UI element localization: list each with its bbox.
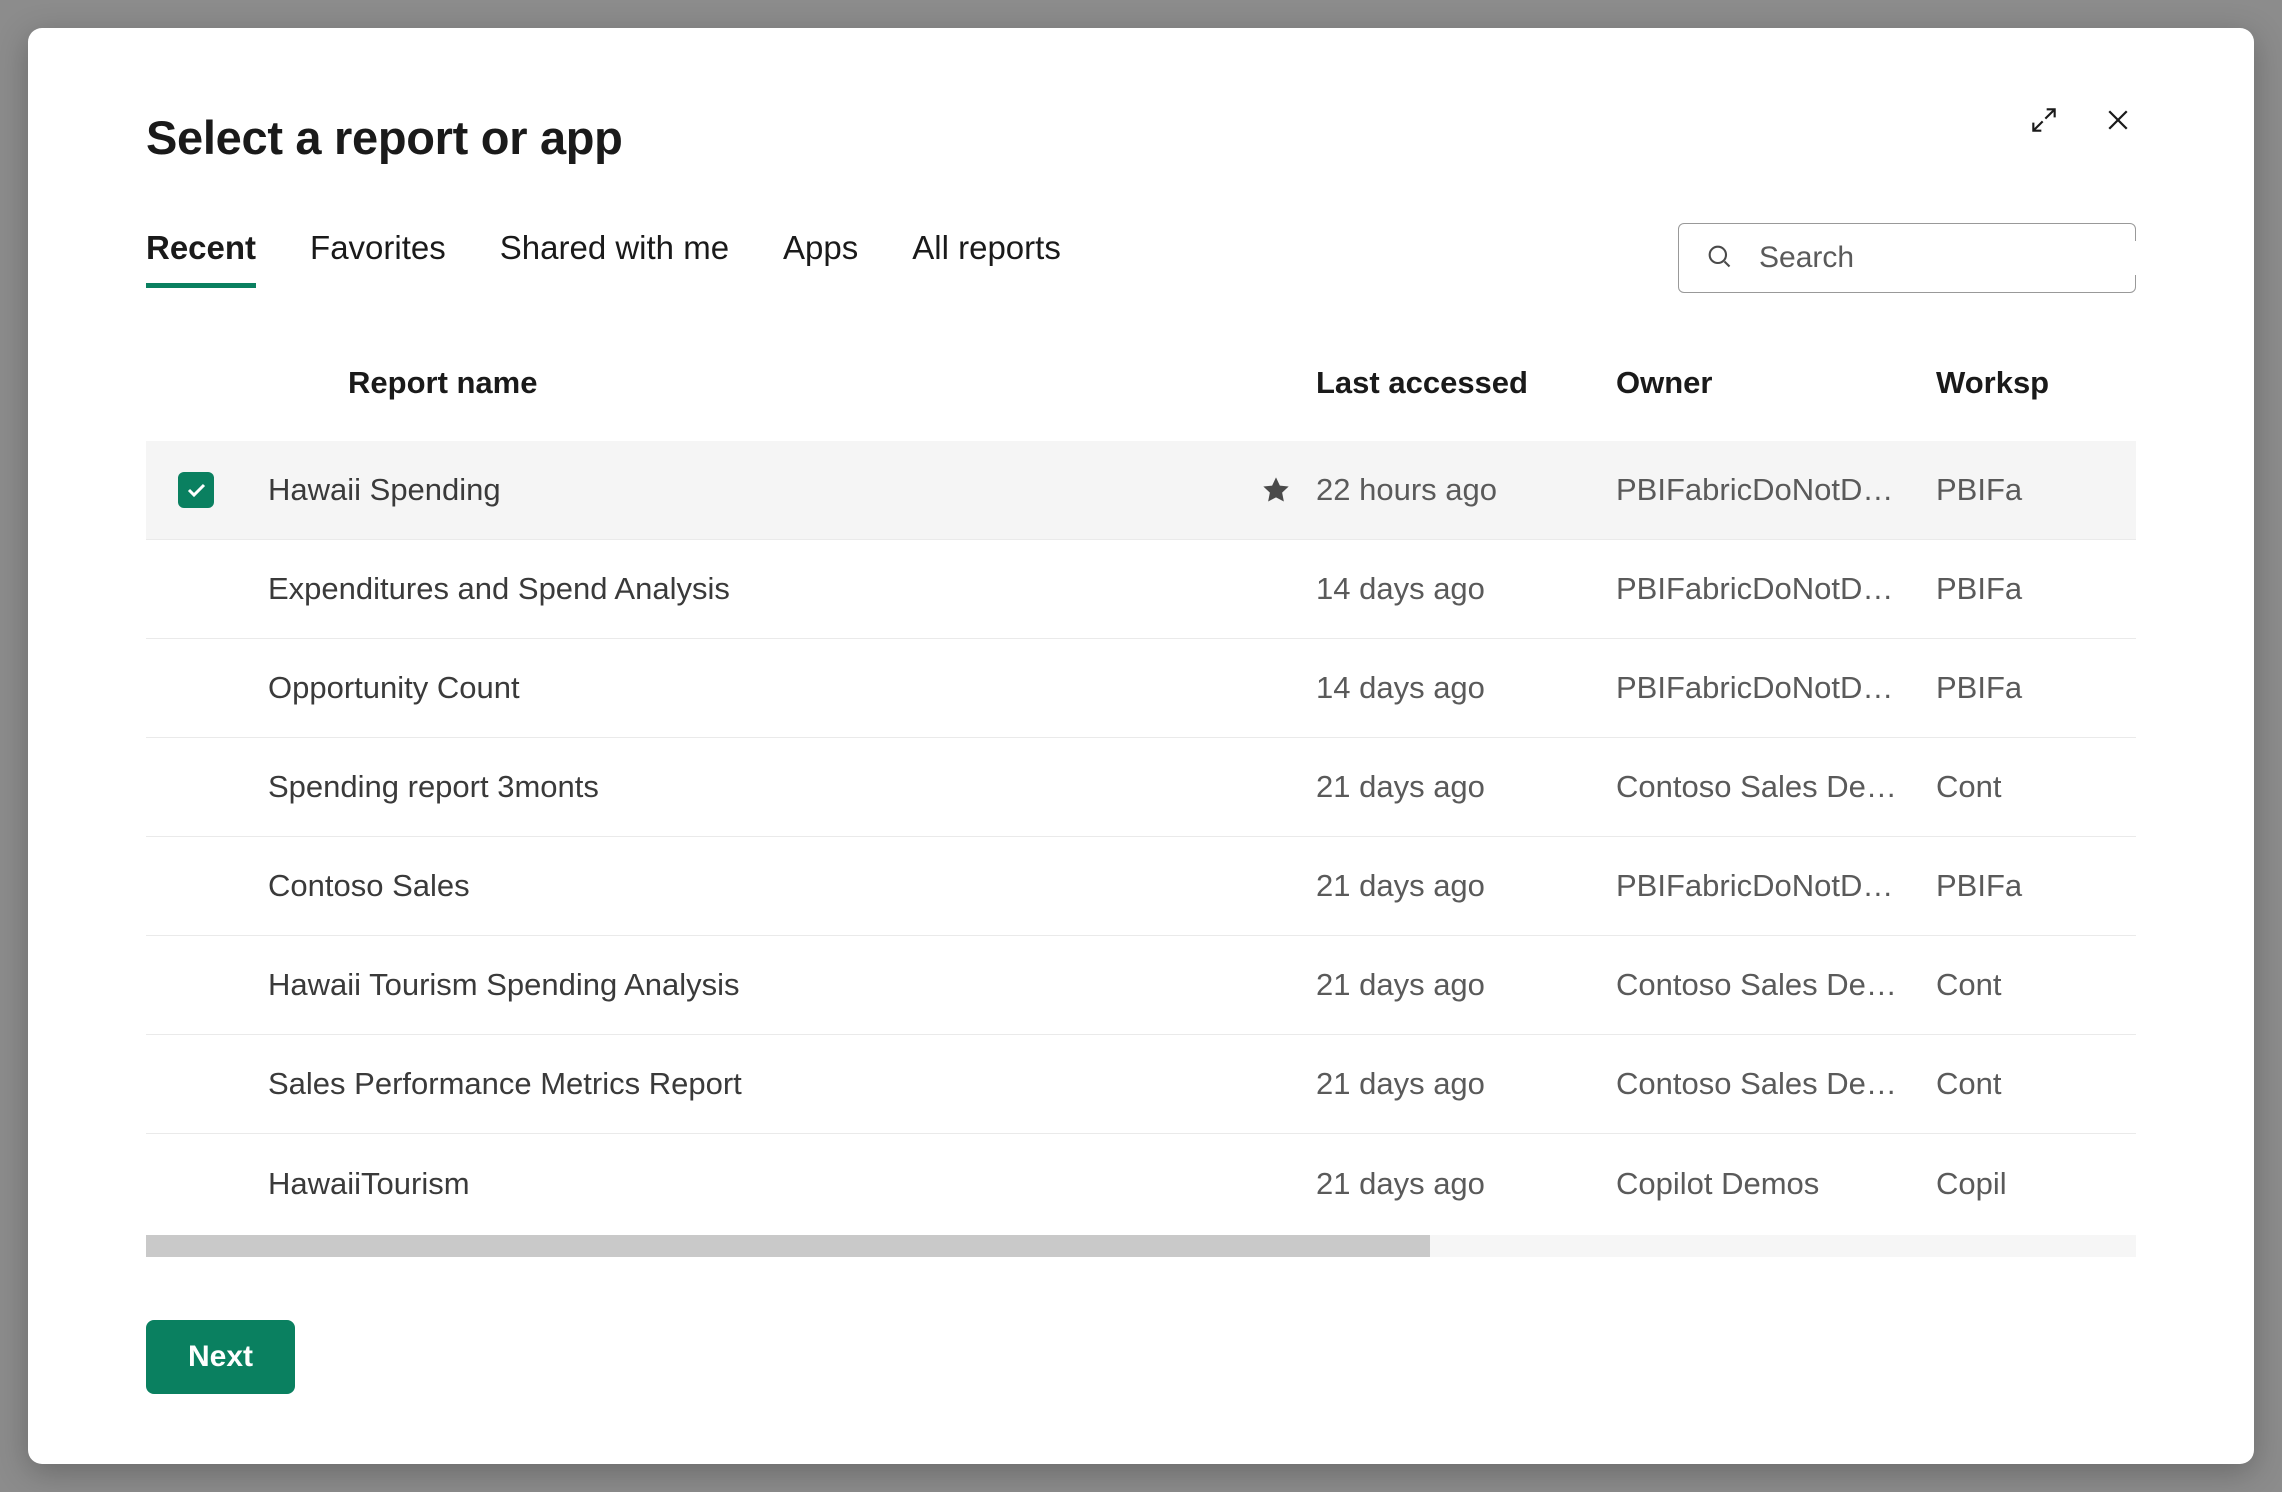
workspace: Cont (1936, 1066, 2136, 1102)
next-button[interactable]: Next (146, 1320, 295, 1394)
table-row[interactable]: Hawaii Spending 22 hours agoPBIFabricDoNo… (146, 441, 2136, 540)
dialog-inner: Select a report or app Recent Favorites (28, 110, 2254, 1394)
tab-shared[interactable]: Shared with me (500, 229, 729, 288)
report-name: HawaiiTourism (246, 1166, 1236, 1202)
tab-all-reports[interactable]: All reports (912, 229, 1061, 288)
report-name: Expenditures and Spend Analysis (246, 571, 1236, 607)
tab-apps[interactable]: Apps (783, 229, 858, 288)
workspace: Cont (1936, 769, 2136, 805)
owner: PBIFabricDoNotD… (1576, 670, 1936, 706)
scrollbar-thumb[interactable] (146, 1235, 1430, 1257)
table-body: Hawaii Spending22 hours agoPBIFabricDoNo… (146, 441, 2136, 1233)
tab-favorites[interactable]: Favorites (310, 229, 446, 288)
last-accessed: 21 days ago (1316, 868, 1576, 904)
dialog-footer: Next (146, 1320, 2136, 1394)
tabbar-row: Recent Favorites Shared with me Apps All… (146, 223, 2136, 293)
last-accessed: 14 days ago (1316, 571, 1576, 607)
workspace: Cont (1936, 967, 2136, 1003)
owner: Copilot Demos (1576, 1166, 1936, 1202)
report-name: Sales Performance Metrics Report (246, 1066, 1236, 1102)
table-row[interactable]: Sales Performance Metrics Report 21 days … (146, 1035, 2136, 1134)
col-owner[interactable]: Owner (1576, 365, 1936, 401)
owner: PBIFabricDoNotD… (1576, 868, 1936, 904)
table-row[interactable]: Spending report 3monts 21 days agoContoso… (146, 738, 2136, 837)
workspace: Copil (1936, 1166, 2136, 1202)
last-accessed: 14 days ago (1316, 670, 1576, 706)
report-name: Spending report 3monts (246, 769, 1236, 805)
col-report-name[interactable]: Report name (246, 365, 1236, 401)
close-icon[interactable] (2100, 102, 2136, 138)
search-icon (1705, 242, 1733, 275)
table-row[interactable]: Contoso Sales 21 days agoPBIFabricDoNotD…… (146, 837, 2136, 936)
workspace: PBIFa (1936, 472, 2136, 508)
row-checkbox[interactable] (146, 472, 246, 508)
last-accessed: 21 days ago (1316, 1066, 1576, 1102)
last-accessed: 21 days ago (1316, 967, 1576, 1003)
report-name: Hawaii Spending (246, 472, 1236, 508)
dialog-title: Select a report or app (146, 110, 623, 165)
table-row[interactable]: HawaiiTourism 21 days agoCopilot DemosCop… (146, 1134, 2136, 1233)
owner: Contoso Sales De… (1576, 1066, 1936, 1102)
report-name: Opportunity Count (246, 670, 1236, 706)
report-name: Contoso Sales (246, 868, 1236, 904)
owner: Contoso Sales De… (1576, 967, 1936, 1003)
table-row[interactable]: Hawaii Tourism Spending Analysis 21 days … (146, 936, 2136, 1035)
owner: PBIFabricDoNotD… (1576, 571, 1936, 607)
table-row[interactable]: Expenditures and Spend Analysis 14 days a… (146, 540, 2136, 639)
horizontal-scrollbar[interactable] (146, 1235, 2136, 1257)
owner: PBIFabricDoNotD… (1576, 472, 1936, 508)
workspace: PBIFa (1936, 571, 2136, 607)
owner: Contoso Sales De… (1576, 769, 1936, 805)
reports-table: Report name Last accessed Owner Worksp H… (146, 347, 2136, 1276)
workspace: PBIFa (1936, 670, 2136, 706)
table-header: Report name Last accessed Owner Worksp (146, 347, 2136, 441)
tabs: Recent Favorites Shared with me Apps All… (146, 229, 1061, 288)
last-accessed: 22 hours ago (1316, 472, 1576, 508)
header-icons (2026, 102, 2136, 138)
col-last-accessed[interactable]: Last accessed (1316, 365, 1576, 401)
search-input[interactable] (1759, 241, 2145, 275)
dialog-header: Select a report or app (146, 110, 2136, 165)
workspace: PBIFa (1936, 868, 2136, 904)
tab-recent[interactable]: Recent (146, 229, 256, 288)
search-box[interactable] (1678, 223, 2136, 293)
report-name: Hawaii Tourism Spending Analysis (246, 967, 1236, 1003)
table-row[interactable]: Opportunity Count 14 days agoPBIFabricDoN… (146, 639, 2136, 738)
col-workspace[interactable]: Worksp (1936, 365, 2136, 401)
expand-icon[interactable] (2026, 102, 2062, 138)
last-accessed: 21 days ago (1316, 769, 1576, 805)
favorite-star-icon[interactable] (1236, 474, 1316, 506)
select-report-dialog: Select a report or app Recent Favorites (28, 28, 2254, 1464)
last-accessed: 21 days ago (1316, 1166, 1576, 1202)
